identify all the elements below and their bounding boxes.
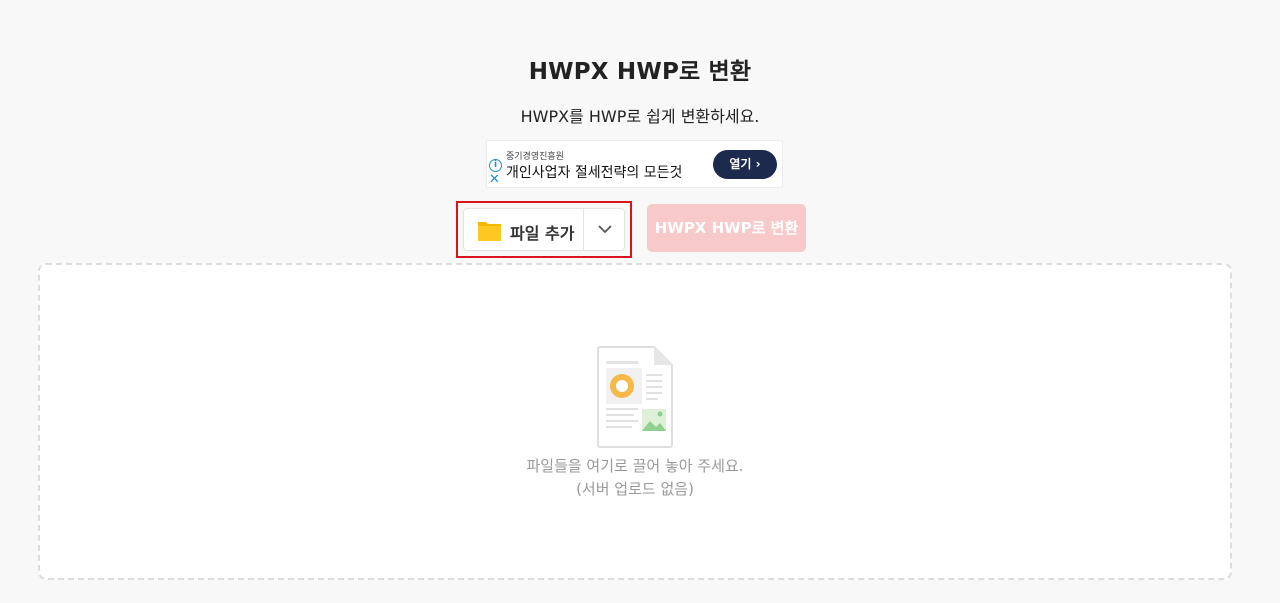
page-title: HWPX HWP로 변환 (528, 59, 752, 85)
divider (583, 209, 584, 250)
chevron-down-icon[interactable] (596, 220, 614, 238)
page-subtitle: HWPX를 HWP로 쉽게 변환하세요. (520, 107, 760, 126)
ad-headline[interactable]: 개인사업자 절세전략의 모든것 (506, 162, 682, 182)
info-icon[interactable]: i (489, 159, 502, 172)
ad-sponsor: 중기경영진흥원 (506, 152, 564, 162)
close-icon[interactable]: ✕ (489, 173, 500, 186)
drop-zone[interactable]: 파일들을 여기로 끌어 놓아 주세요. (서버 업로드 없음) (38, 263, 1232, 580)
drop-text-line1: 파일들을 여기로 끌어 놓아 주세요. (526, 457, 744, 475)
add-file-button[interactable]: 파일 추가 (463, 208, 625, 251)
ad-banner[interactable]: i ✕ 중기경영진흥원 개인사업자 절세전략의 모든것 열기 › (486, 140, 783, 188)
folder-icon (478, 222, 501, 241)
drop-text-line2: (서버 업로드 없음) (576, 480, 694, 498)
document-icon (597, 346, 673, 448)
drop-instructions: 파일들을 여기로 끌어 놓아 주세요. (서버 업로드 없음) (40, 455, 1230, 501)
add-file-label: 파일 추가 (510, 224, 575, 243)
ad-open-button[interactable]: 열기 › (713, 150, 777, 179)
add-file-highlight: 파일 추가 (456, 201, 632, 258)
convert-button[interactable]: HWPX HWP로 변환 (647, 204, 806, 252)
